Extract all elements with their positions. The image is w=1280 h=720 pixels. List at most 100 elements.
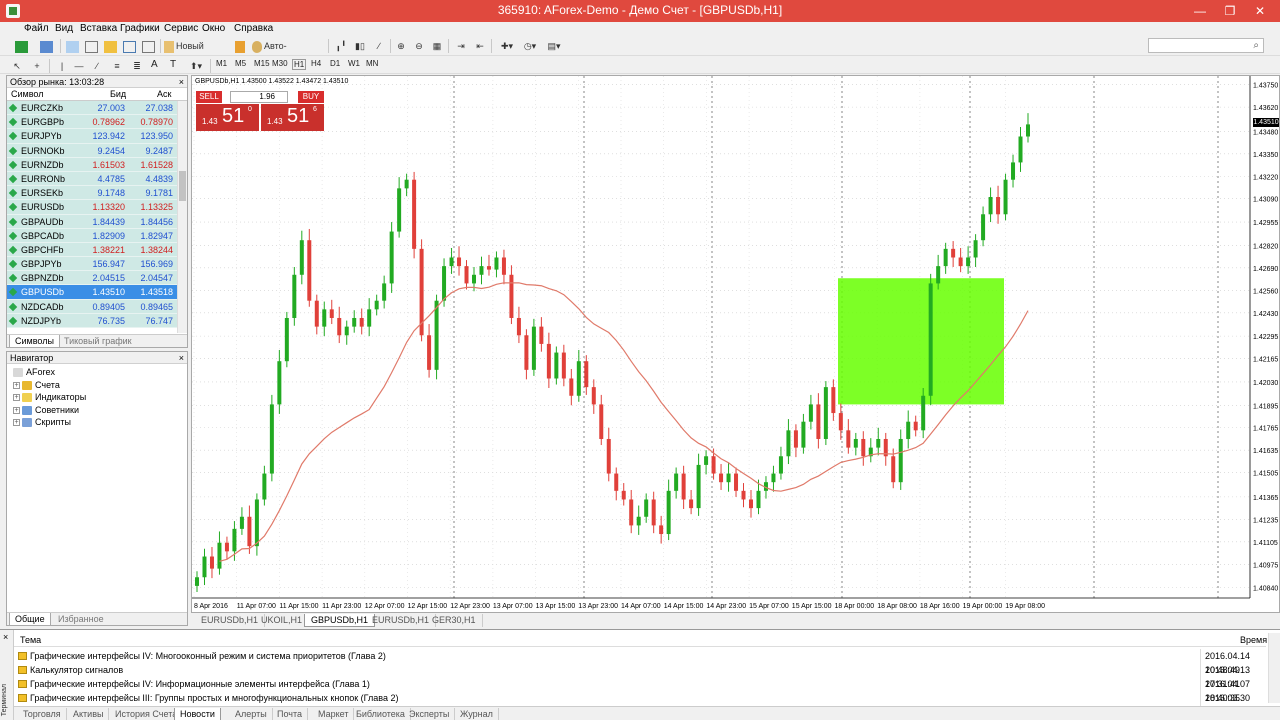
market-watch-row[interactable]: NZDJPYb 76.735 76.747 <box>7 313 187 328</box>
market-watch-row[interactable]: EURGBPb 0.78962 0.78970 <box>7 115 187 130</box>
terminal-tab[interactable]: Активы <box>68 708 110 720</box>
vertical-line-icon[interactable]: | <box>56 58 68 74</box>
terminal-icon[interactable] <box>121 38 137 54</box>
market-watch-row[interactable]: EURUSDb 1.13320 1.13325 <box>7 200 187 215</box>
menu-file[interactable]: Файл <box>24 23 49 34</box>
navigator-accounts[interactable]: + Счета <box>13 379 60 391</box>
col-ask[interactable]: Аск <box>157 89 171 99</box>
sell-button[interactable]: SELL <box>196 91 222 103</box>
close-button[interactable]: ✕ <box>1246 2 1274 20</box>
market-watch-row[interactable]: EURNOKb 9.2454 9.2487 <box>7 143 187 158</box>
market-watch-row[interactable]: GBPCADb 1.82909 1.82947 <box>7 228 187 243</box>
line-chart-icon[interactable]: ∕ <box>371 38 387 54</box>
menu-help[interactable]: Справка <box>234 23 273 34</box>
navigator-root[interactable]: AForex <box>13 366 55 378</box>
tab-symbols[interactable]: Символы <box>9 335 60 348</box>
menu-tools[interactable]: Сервис <box>164 23 198 34</box>
news-row[interactable]: Графические интерфейсы IV: Информационны… <box>14 677 1266 705</box>
terminal-tab[interactable]: История Счета <box>110 708 184 720</box>
market-watch-row[interactable]: GBPUSDb 1.43510 1.43518 <box>7 285 187 300</box>
terminal-tab[interactable]: Торговля <box>18 708 67 720</box>
market-watch-row[interactable]: GBPNZDb 2.04515 2.04547 <box>7 271 187 286</box>
market-watch-scrollbar[interactable] <box>177 101 187 333</box>
search-input[interactable]: ⌕ <box>1148 38 1264 53</box>
market-watch-row[interactable]: EURCZKb 27.003 27.038 <box>7 101 187 116</box>
close-icon[interactable]: × <box>179 76 184 88</box>
news-row[interactable]: Графические интерфейсы III: Группы прост… <box>14 691 1266 719</box>
timeframe-m15[interactable]: M15 <box>254 59 270 68</box>
metaeditor-icon[interactable] <box>233 38 247 54</box>
menu-view[interactable]: Вид <box>55 23 73 34</box>
menu-insert[interactable]: Вставка <box>80 23 117 34</box>
market-watch-row[interactable]: GBPCHFb 1.38221 1.38244 <box>7 242 187 258</box>
market-watch-row[interactable]: EURRONb 4.4785 4.4839 <box>7 171 187 187</box>
templates-icon[interactable]: ▤▾ <box>543 38 565 54</box>
tile-windows-icon[interactable]: ▦ <box>429 38 445 54</box>
terminal-tab[interactable]: Эксперты <box>404 708 456 720</box>
news-row[interactable]: Графические интерфейсы IV: Многооконный … <box>14 649 1266 677</box>
minimize-button[interactable]: — <box>1186 2 1214 20</box>
chart-tab-active[interactable]: GBPUSDb,H1 <box>304 614 376 627</box>
market-watch-row[interactable]: EURNZDb 1.61503 1.61528 <box>7 157 187 172</box>
close-icon[interactable]: × <box>3 632 8 642</box>
timeframe-w1[interactable]: W1 <box>348 59 360 68</box>
fibonacci-icon[interactable]: ≣ <box>130 58 144 74</box>
chart-tab[interactable]: UKOIL,H1 <box>255 614 310 627</box>
menu-charts[interactable]: Графики <box>120 23 160 34</box>
tab-common[interactable]: Общие <box>9 613 51 626</box>
market-watch-row[interactable]: NZDCADb 0.89405 0.89465 <box>7 299 187 314</box>
col-subject[interactable]: Тема <box>20 635 41 645</box>
news-row[interactable]: Калькулятор сигналов 2016.04.13 17:31:41 <box>14 663 1266 691</box>
zoom-out-icon[interactable]: ⊖ <box>411 38 427 54</box>
tab-tick-chart[interactable]: Тиковый график <box>59 335 137 348</box>
new-order-button[interactable]: Новый ордер <box>163 38 229 65</box>
lot-size-field[interactable]: 1.96 <box>230 91 288 103</box>
terminal-scrollbar[interactable] <box>1268 633 1280 703</box>
autoscroll-icon[interactable]: ⇥ <box>453 38 469 54</box>
trendline-icon[interactable]: ∕ <box>90 58 104 74</box>
terminal-tab[interactable]: Алерты <box>230 708 273 720</box>
buy-button[interactable]: BUY <box>298 91 324 103</box>
data-window-icon[interactable] <box>83 38 99 54</box>
chart-shift-icon[interactable]: ⇤ <box>472 38 488 54</box>
terminal-tab[interactable]: Почта <box>272 708 308 720</box>
market-watch-row[interactable]: EURSEKb 9.1748 9.1781 <box>7 186 187 201</box>
timeframe-d1[interactable]: D1 <box>330 59 340 68</box>
crosshair-icon[interactable]: + <box>30 58 44 74</box>
close-icon[interactable]: × <box>179 352 184 364</box>
navigator-indicators[interactable]: + Индикаторы <box>13 391 86 403</box>
col-symbol[interactable]: Символ <box>11 89 43 99</box>
buy-price-box[interactable]: 1.43 51 6 <box>261 104 324 131</box>
shapes-icon[interactable]: ⬆▾ <box>186 58 206 74</box>
menu-window[interactable]: Окно <box>202 23 225 34</box>
chart-tab[interactable]: GER30,H1 <box>426 614 483 627</box>
search-icon[interactable]: ⌕ <box>1253 40 1259 51</box>
market-watch-icon[interactable] <box>64 38 80 54</box>
terminal-tab[interactable]: Библиотека <box>351 708 411 720</box>
timeframe-mn[interactable]: MN <box>366 59 378 68</box>
terminal-tab[interactable]: Новости <box>174 708 221 720</box>
timeframe-m1[interactable]: M1 <box>216 59 227 68</box>
channel-icon[interactable]: ≡ <box>110 58 124 74</box>
horizontal-line-icon[interactable]: — <box>72 58 86 74</box>
bar-chart-icon[interactable]: ╻╹ <box>333 38 349 54</box>
new-chart-icon[interactable] <box>10 38 32 54</box>
periods-icon[interactable]: ◷▾ <box>519 38 541 54</box>
navigator-scripts[interactable]: + Скрипты <box>13 416 71 428</box>
sell-price-box[interactable]: 1.43 51 0 <box>196 104 259 131</box>
profiles-icon[interactable] <box>35 38 57 54</box>
candlestick-icon[interactable]: ▮▯ <box>352 38 368 54</box>
col-time[interactable]: Время <box>1240 635 1267 645</box>
navigator-experts[interactable]: + Советники <box>13 404 79 416</box>
maximize-button[interactable]: ❐ <box>1216 2 1244 20</box>
col-bid[interactable]: Бид <box>110 89 126 99</box>
terminal-tab[interactable]: Маркет <box>313 708 355 720</box>
timeframe-h1[interactable]: H1 <box>292 59 307 70</box>
timeframe-m30[interactable]: M30 <box>272 59 288 68</box>
auto-trading-button[interactable]: Авто-торговля <box>251 38 323 65</box>
terminal-tab[interactable]: Журнал <box>455 708 499 720</box>
text-tool[interactable]: A <box>151 59 158 70</box>
market-watch-row[interactable]: GBPJPYb 156.947 156.969 <box>7 257 187 272</box>
market-watch-row[interactable]: GBPAUDb 1.84439 1.84456 <box>7 214 187 229</box>
zoom-in-icon[interactable]: ⊕ <box>393 38 409 54</box>
